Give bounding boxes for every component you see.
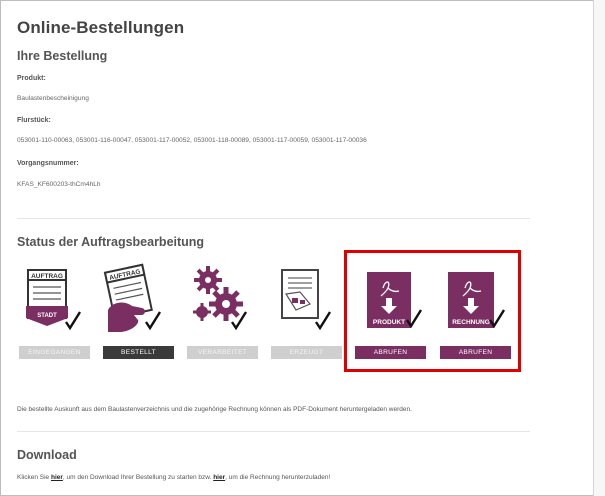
scrollbar-track[interactable] [593, 0, 605, 496]
product-label: Produkt: [17, 75, 46, 82]
page-title: Online-Bestellungen [17, 18, 185, 37]
download-text-part: , um die Rechnung herunterzuladen! [225, 474, 331, 481]
parcel-value: 053001-110-00063, 053001-116-00047, 0530… [17, 137, 367, 144]
step-created [270, 258, 334, 342]
order-received-icon: AUFTRAG STADT [26, 269, 82, 331]
step-processed [186, 258, 250, 342]
product-value: Baulastenbescheinigung [17, 95, 89, 102]
pdf-download-note: Die bestellte Auskunft aus dem Baulasten… [17, 406, 412, 413]
step-received: AUFTRAG STADT [22, 258, 86, 342]
download-instructions: Klicken Sie hier, um den Download Ihrer … [17, 474, 330, 481]
status-processed-button: VERARBEITET [187, 346, 258, 359]
download-highlight-box [344, 250, 521, 372]
process-number-label: Vorgangsnummer: [17, 160, 79, 167]
status-created-button: ERZEUGT [271, 346, 342, 359]
status-heading: Status der Auftragsbearbeitung [17, 235, 205, 249]
status-ordered-button: BESTELLT [103, 346, 174, 359]
step-ordered: AUFTRAG [100, 258, 164, 342]
download-heading: Download [17, 448, 77, 462]
status-received-button: EINGEGANGEN [19, 346, 90, 359]
parcel-label: Flurstück: [17, 117, 51, 124]
art-label-city: STADT [37, 313, 57, 319]
divider [17, 218, 530, 219]
download-text-part: Klicken Sie [17, 474, 51, 481]
download-order-link[interactable]: hier [51, 474, 63, 481]
gears-icon [193, 266, 248, 331]
download-text-part: , um den Download Ihrer Bestellung zu st… [62, 474, 214, 481]
art-label-order: AUFTRAG [31, 273, 63, 280]
order-heading: Ihre Bestellung [17, 49, 108, 63]
divider [17, 431, 530, 432]
download-invoice-link[interactable]: hier [213, 474, 225, 481]
order-document-hand-icon: AUFTRAG [103, 263, 162, 332]
process-number-value: KFAS_KF600203-thCm4hLh [17, 181, 101, 188]
map-document-icon [281, 269, 332, 331]
